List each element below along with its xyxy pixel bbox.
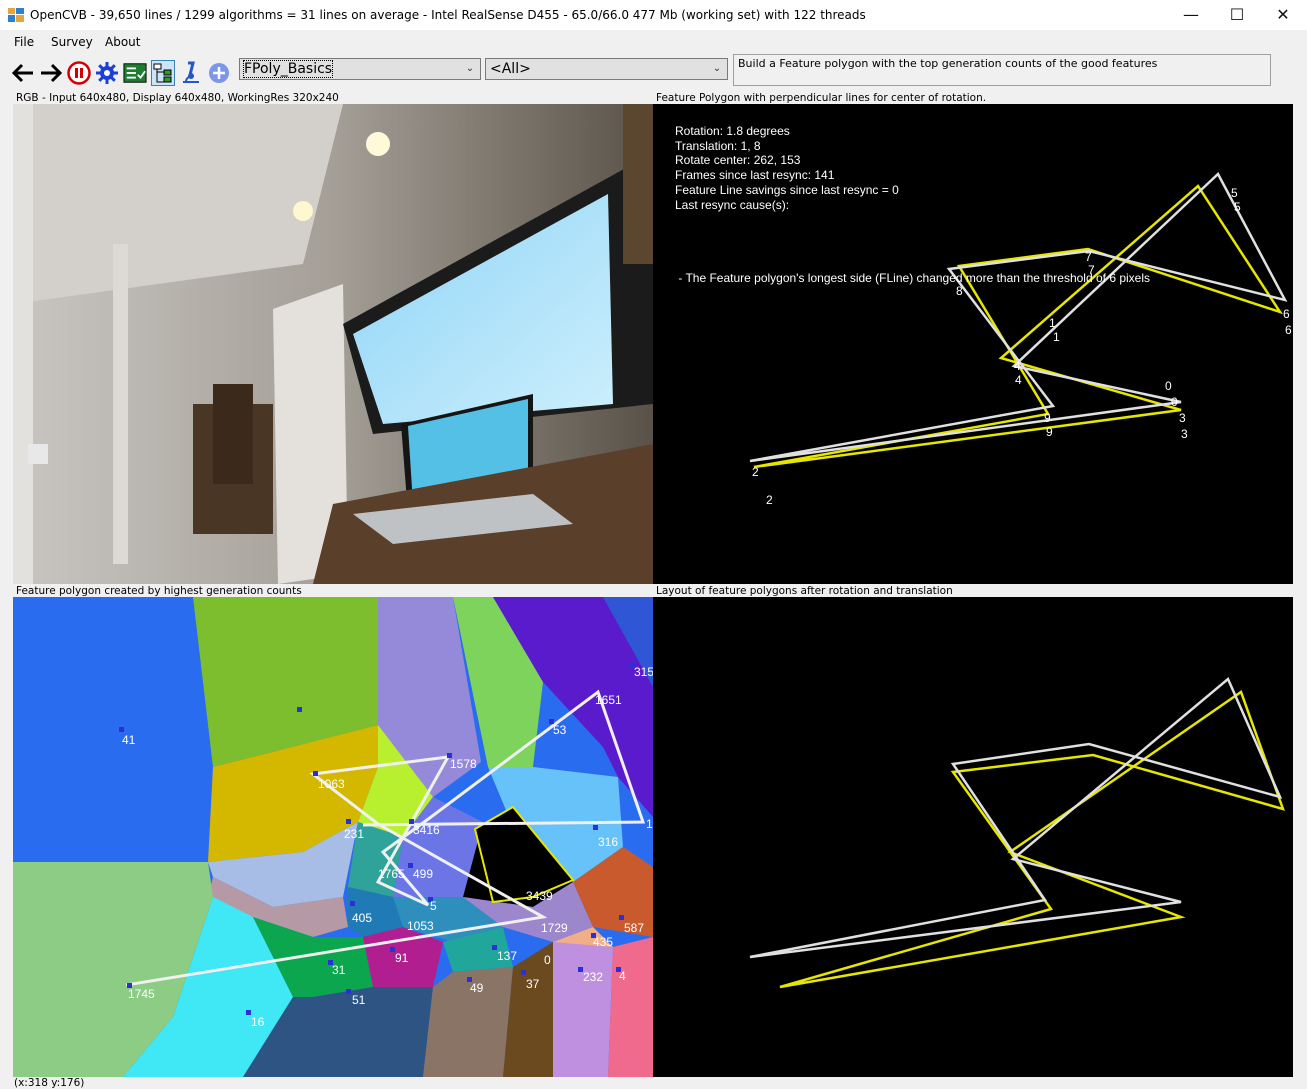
generation-label: 315	[634, 665, 653, 679]
overlay-rotation: Rotation: 1.8 degrees	[675, 124, 790, 138]
translate-tree-icon[interactable]	[151, 60, 175, 86]
vertex-label: 2	[766, 493, 773, 507]
algorithm-select[interactable]: FPoly_Basics ⌄	[239, 58, 481, 80]
generation-label: 1765	[378, 867, 405, 881]
generation-label: 1578	[450, 757, 477, 771]
menu-survey[interactable]: Survey	[51, 35, 93, 49]
generation-label: 1622	[646, 817, 653, 831]
generation-label: 499	[413, 867, 433, 881]
algorithm-description: Build a Feature polygon with the top gen…	[733, 54, 1271, 86]
bottom-left-panel-label: Feature polygon created by highest gener…	[16, 585, 302, 597]
title-bar: OpenCVB - 39,650 lines / 1299 algorithms…	[0, 0, 1307, 30]
chevron-down-icon: ⌄	[465, 63, 475, 74]
generation-label: 1651	[595, 693, 622, 707]
overlay-savings: Feature Line savings since last resync =…	[675, 183, 899, 197]
generation-label: 49	[470, 981, 484, 995]
overlay-translation: Translation: 1, 8	[675, 139, 761, 153]
vertex-label: 8	[956, 284, 963, 298]
vertex-label: 4	[1015, 373, 1022, 387]
generation-label: 91	[395, 951, 409, 965]
generation-label: 231	[344, 827, 364, 841]
menu-file[interactable]: File	[14, 35, 34, 49]
vertex-label: 6	[1283, 307, 1290, 321]
minimize-button[interactable]: —	[1168, 0, 1214, 30]
vertex-label: 9	[1046, 425, 1053, 439]
test-all-icon[interactable]	[123, 60, 147, 86]
vertex-label: 3	[1181, 427, 1188, 441]
app-icon	[8, 8, 24, 22]
forward-arrow-icon[interactable]	[39, 60, 63, 86]
top-right-panel-label: Feature Polygon with perpendicular lines…	[656, 92, 987, 104]
generation-label: 435	[593, 935, 613, 949]
generation-label: 316	[598, 835, 618, 849]
vertex-label: 3	[1179, 411, 1186, 425]
generation-label: 4	[619, 969, 626, 983]
settings-gear-icon[interactable]	[95, 60, 119, 86]
generation-label: 0	[544, 953, 551, 967]
pause-stop-icon[interactable]	[67, 60, 91, 86]
vertex-label: 1	[1053, 330, 1060, 344]
maximize-button[interactable]: ☐	[1214, 0, 1260, 30]
vertex-label: 0	[1165, 379, 1172, 393]
generation-label: 53	[553, 723, 567, 737]
group-select[interactable]: <All> ⌄	[485, 58, 728, 80]
back-arrow-icon[interactable]	[11, 60, 35, 86]
generation-label: 37	[526, 977, 540, 991]
generation-label: 405	[352, 911, 372, 925]
vertex-label: 5	[1231, 186, 1238, 200]
vertex-label: 9	[1044, 411, 1051, 425]
bottom-right-panel-label: Layout of feature polygons after rotatio…	[656, 585, 953, 597]
vertex-label: 6	[1285, 323, 1292, 337]
overlay-rotate-center: Rotate center: 262, 153	[675, 153, 801, 167]
generation-label: 1729	[541, 921, 568, 935]
vertex-label: 5	[1234, 200, 1241, 214]
rgb-input-image[interactable]	[13, 104, 653, 584]
generation-label: 3416	[413, 823, 440, 837]
close-button[interactable]: ✕	[1260, 0, 1306, 30]
group-select-value: <All>	[490, 61, 531, 77]
vertex-label: 4	[1014, 359, 1021, 373]
generation-label: 1745	[128, 987, 155, 1001]
vertex-label: 1	[1049, 316, 1056, 330]
generation-label: 3439	[526, 889, 553, 903]
generation-label: 51	[352, 993, 366, 1007]
right-margin	[1294, 104, 1307, 1077]
generation-label: 16	[251, 1015, 265, 1029]
top-left-panel-label: RGB - Input 640x480, Display 640x480, Wo…	[16, 92, 339, 104]
cursor-position-status: (x:318 y:176)	[14, 1077, 85, 1089]
window-title: OpenCVB - 39,650 lines / 1299 algorithms…	[30, 8, 866, 22]
vertex-label: 0	[1171, 395, 1178, 409]
vertex-label: 7	[1085, 250, 1092, 264]
generation-label: 137	[497, 949, 517, 963]
rotated-layout-view[interactable]	[653, 597, 1293, 1077]
vertex-label: 2	[752, 465, 759, 479]
generation-region-map[interactable]: 315 1651 41 53 1578 1063 1622 231 3416 3…	[13, 597, 653, 1077]
generation-label: 41	[122, 733, 136, 747]
generation-label: 1063	[318, 777, 345, 791]
generation-label: 1053	[407, 919, 434, 933]
polygon-vertex-labels: 0 0 1 1 2 2 3 3 4 4 5 5 6 6 7 7 8 9 9	[752, 186, 1292, 507]
add-plus-icon[interactable]	[207, 60, 231, 86]
generation-label: 587	[624, 921, 644, 935]
overlay-resync: Last resync cause(s):	[675, 198, 789, 212]
microscope-icon[interactable]	[179, 60, 203, 86]
chevron-down-icon: ⌄	[712, 63, 722, 74]
generation-label: 232	[583, 970, 603, 984]
overlay-frames: Frames since last resync: 141	[675, 168, 835, 182]
feature-polygon-view[interactable]: 0 0 1 1 2 2 3 3 4 4 5 5 6 6 7 7 8 9 9 Ro…	[653, 104, 1293, 584]
overlay-resync-cause: - The Feature polygon's longest side (FL…	[675, 271, 1150, 285]
menu-bar: File Survey About	[0, 32, 1307, 54]
generation-label: 5	[430, 899, 437, 913]
menu-about[interactable]: About	[105, 35, 140, 49]
algorithm-select-value: FPoly_Basics	[242, 60, 334, 78]
generation-label: 31	[332, 963, 346, 977]
